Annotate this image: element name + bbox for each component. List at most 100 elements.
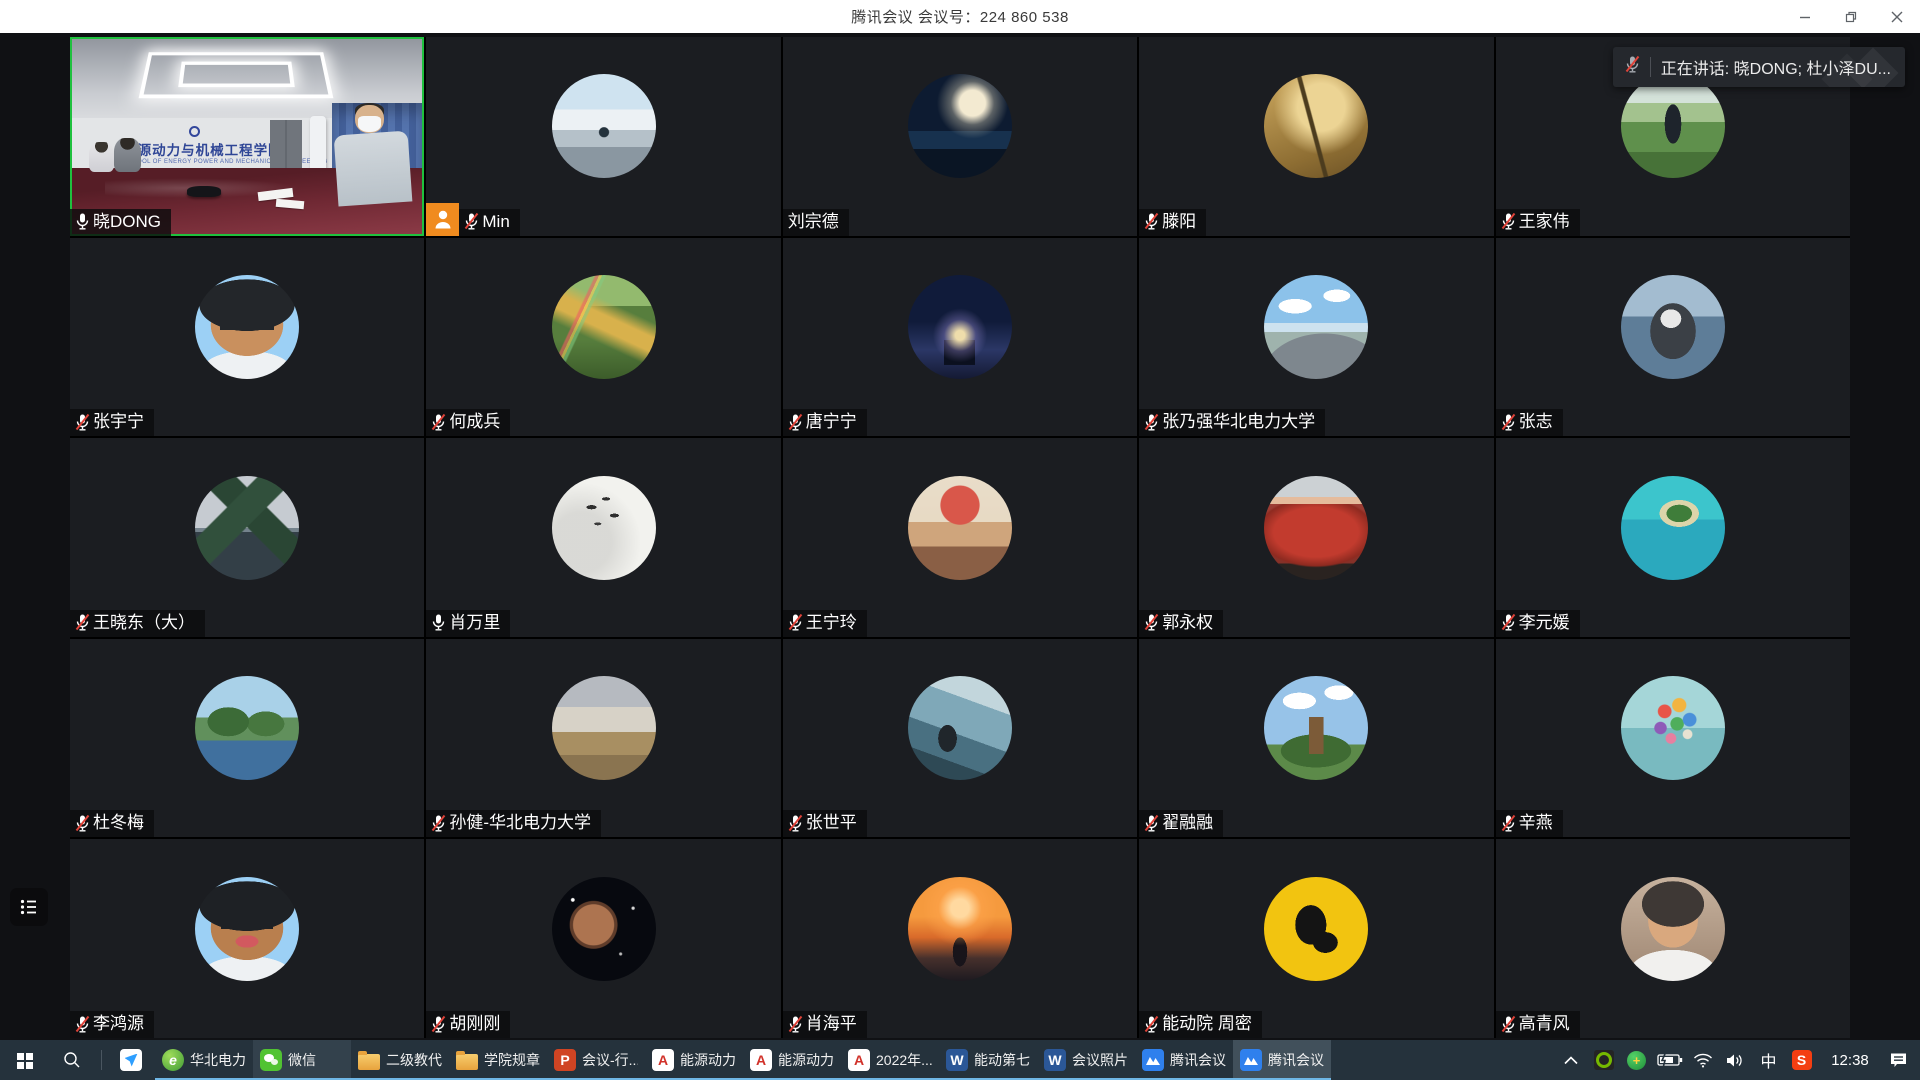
taskbar-app-pdf[interactable]: A2022年... [841,1040,939,1080]
mic-muted-icon [75,1015,90,1034]
participant-tile[interactable]: 辛燕 [1496,639,1850,838]
avatar-snowy-road-runner [552,74,656,178]
participant-tile[interactable]: 肖海平 [783,839,1137,1038]
participant-tile[interactable]: 唐宁宁 [783,238,1137,437]
mic-muted-icon [1501,413,1516,432]
participant-tile[interactable]: 高青风 [1496,839,1850,1038]
security-tray-button[interactable]: + [1620,1040,1653,1080]
participant-tile[interactable]: 翟融融 [1139,639,1493,838]
member-list-toggle-button[interactable] [10,888,48,926]
taskbar-app-word[interactable]: W能动第七... [939,1040,1037,1080]
battery-tray-button[interactable] [1653,1040,1686,1080]
participant-tile[interactable]: 王晓东（大） [70,438,424,637]
minimize-button[interactable] [1782,0,1828,33]
avatar-cartoon-boy-glasses-blue [195,275,299,379]
participant-tile[interactable]: 孙健-华北电力大学 [426,639,780,838]
participant-tile[interactable]: 肖万里 [426,438,780,637]
avatar-wooden-windmill-sky [1264,676,1368,780]
nvidia-tray-button[interactable] [1587,1040,1620,1080]
nameplate: 郭永权 [1139,610,1223,637]
avatar-autumn-red-trees [1264,476,1368,580]
participant-tile[interactable]: 张志 [1496,238,1850,437]
start-button[interactable] [0,1040,48,1080]
taskbar-app-ppt[interactable]: P会议-行... [547,1040,645,1080]
participant-tile[interactable]: Min [426,37,780,236]
nameplate-row: 肖万里 [426,610,510,637]
taskbar-app-label: 能源动力... [778,1050,834,1070]
wifi-tray-button[interactable] [1686,1040,1719,1080]
participant-tile[interactable]: 能源动力与机械工程学院 SCHOOL OF ENERGY POWER AND M… [70,37,424,236]
participant-tile[interactable]: 刘宗德 [783,37,1137,236]
avatar-man-portrait-photo [1621,877,1725,981]
ime-language-label: 中 [1760,1048,1776,1072]
participant-tile[interactable]: 杜冬梅 [70,639,424,838]
taskbar-app-label: 能源动力... [680,1050,736,1070]
nameplate: 何成兵 [426,409,510,436]
participant-name: Min [482,212,509,232]
nameplate: 王家伟 [1496,209,1580,236]
mic-muted-icon [1144,212,1159,231]
restore-button[interactable] [1828,0,1874,33]
participant-name: 张世平 [806,813,857,833]
taskbar-app-pdf[interactable]: A能源动力... [743,1040,841,1080]
ime-indicator[interactable]: 中 [1752,1040,1785,1080]
mic-muted-icon [1501,1015,1516,1034]
nameplate: 辛燕 [1496,810,1563,837]
taskbar-app-wechat[interactable]: 微信 [253,1040,351,1080]
participant-tile[interactable]: 能动院 周密 [1139,839,1493,1038]
participant-tile[interactable]: 何成兵 [426,238,780,437]
nameplate: 刘宗德 [783,209,849,236]
mic-muted-icon [75,413,90,432]
participant-tile[interactable]: 王宁玲 [783,438,1137,637]
avatar-overcast-desert-field [552,676,656,780]
taskbar-app-meeting[interactable]: 腾讯会议 [1233,1040,1331,1080]
taskbar-app-browser-e[interactable]: e华北电力... [155,1040,253,1080]
taskbar-app-folder[interactable]: 学院规章... [449,1040,547,1080]
tray-expand-button[interactable] [1554,1040,1587,1080]
windows-logo-icon [17,1053,24,1060]
participant-tile[interactable]: 胡刚刚 [426,839,780,1038]
participant-tile[interactable]: 张世平 [783,639,1137,838]
taskbar-clock[interactable]: 12:38 [1818,1052,1882,1069]
nameplate-row: 肖海平 [783,1011,867,1038]
person-left [89,142,114,172]
mic-muted-icon [1144,413,1159,432]
nameplate: 孙健-华北电力大学 [426,810,601,837]
participant-name: 晓DONG [93,212,161,232]
taskbar-app-word[interactable]: W会议照片... [1037,1040,1135,1080]
notification-icon [1889,1052,1908,1069]
participant-name: 翟融融 [1162,813,1213,833]
participant-name: 肖万里 [449,613,500,633]
taskbar-app-folder[interactable]: 二级教代... [351,1040,449,1080]
participant-tile[interactable]: 李鸿源 [70,839,424,1038]
nameplate-row: 能动院 周密 [1139,1011,1262,1038]
taskbar-app-pdf[interactable]: A能源动力... [645,1040,743,1080]
participant-tile[interactable]: 滕阳 [1139,37,1493,236]
notification-center-button[interactable] [1882,1040,1915,1080]
taskbar-app-label: 能动第七... [974,1050,1030,1070]
participant-name: 唐宁宁 [806,412,857,432]
search-button[interactable] [48,1040,96,1080]
participant-name: 王晓东（大） [93,613,195,633]
nameplate: 高青风 [1496,1011,1580,1038]
system-tray: + 中 S 12:38 [1554,1040,1920,1080]
volume-tray-button[interactable] [1719,1040,1752,1080]
avatar-lake-and-trees [195,676,299,780]
pinned-dingtalk-button[interactable] [107,1040,155,1080]
sogou-icon: S [1792,1050,1812,1070]
participant-tile[interactable]: 张宇宁 [70,238,424,437]
avatar-hiker-overlooking-valley [908,676,1012,780]
taskbar-app-label: 腾讯会议 [1268,1050,1324,1070]
close-button[interactable] [1874,0,1920,33]
avatar-cafe-red-umbrella [908,476,1012,580]
sogou-input-button[interactable]: S [1785,1040,1818,1080]
nameplate-row: 杜冬梅 [70,810,154,837]
taskbar-app-meeting[interactable]: 腾讯会议 [1135,1040,1233,1080]
participant-tile[interactable]: 张乃强华北电力大学 [1139,238,1493,437]
mic-muted-icon [788,814,803,833]
nvidia-icon [1594,1050,1614,1070]
mic-muted-icon [1501,212,1516,231]
participant-tile[interactable]: 李元媛 [1496,438,1850,637]
battery-icon [1657,1053,1683,1067]
participant-tile[interactable]: 郭永权 [1139,438,1493,637]
